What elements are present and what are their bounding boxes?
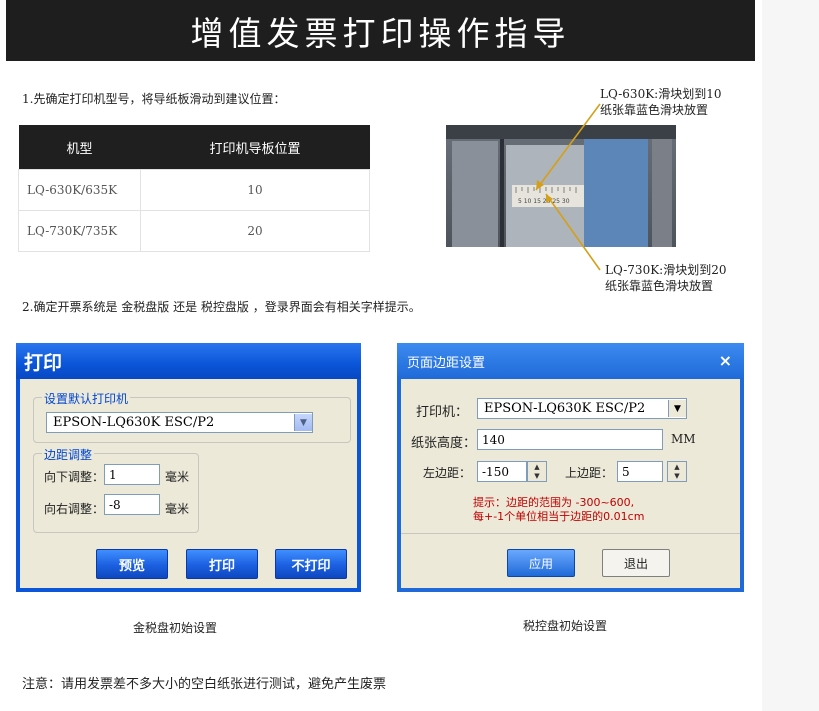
close-icon[interactable]: × [719,351,732,370]
spin-down-icon[interactable]: ▼ [668,472,686,482]
printer-label: 打印机： [416,405,469,420]
left-margin-input[interactable]: -150 [477,461,527,482]
table-cell-position: 20 [140,210,370,252]
top-margin-label: 上边距： [565,466,614,480]
printer-group-legend: 设置默认打印机 [42,390,131,407]
printer-group: 设置默认打印机 EPSON-LQ630K ESC/P2 ▼ [33,390,351,443]
no-print-button[interactable]: 不打印 [275,549,347,579]
down-adjust-unit: 毫米 [165,470,190,484]
down-adjust-label: 向下调整： [44,470,105,484]
callout-top-line2: 纸张靠蓝色滑块放置 [600,103,709,117]
margin-group: 边距调整 向下调整： 1 毫米 向右调整： -8 毫米 [33,446,199,533]
preview-button[interactable]: 预览 [96,549,168,579]
margin-group-legend: 边距调整 [42,446,95,463]
printer-select-value: EPSON-LQ630K ESC/P2 [484,401,646,416]
step-1-text: 1.先确定打印机型号，将导纸板滑动到建议位置： [22,92,286,106]
table-cell-position: 10 [140,169,370,211]
table-header-position: 打印机导板位置 [140,125,370,170]
callout-top-line1: LQ-630K:滑块划到10 [600,87,722,101]
right-adjust-input[interactable]: -8 [104,494,160,515]
apply-button[interactable]: 应用 [507,549,575,577]
printer-guide-table: 机型 打印机导板位置 LQ-630K/635K 10 LQ-730K/735K … [18,125,370,252]
callout-arrow-bottom [545,193,601,271]
print-dialog-title: 打印 [24,351,63,374]
caption-golden-tax: 金税盘初始设置 [133,621,218,635]
table-header-model: 机型 [18,125,141,170]
table-cell-model: LQ-630K/635K [18,169,141,211]
spin-down-icon[interactable]: ▼ [528,472,546,482]
chevron-down-icon[interactable]: ▼ [294,414,312,431]
spin-up-icon[interactable]: ▲ [668,462,686,472]
callout-arrow-top [535,103,601,191]
range-hint-line1: 提示：边距的范围为 -300~600, [473,496,635,509]
table-cell-model: LQ-730K/735K [18,210,141,252]
dialog-divider [401,533,740,534]
chevron-down-icon[interactable]: ▼ [668,400,686,417]
top-margin-input[interactable]: 5 [617,461,663,482]
table-row: LQ-730K/735K 20 [18,210,370,252]
callout-bottom-line1: LQ-730K:滑块划到20 [605,263,727,277]
exit-button[interactable]: 退出 [602,549,670,577]
right-adjust-unit: 毫米 [165,502,190,516]
table-header-row: 机型 打印机导板位置 [18,125,370,170]
note-text: 注意：请用发票差不多大小的空白纸张进行测试，避免产生废票 [22,677,387,692]
range-hint-line2: 每+-1个单位相当于边距的0.01cm [473,510,645,523]
print-dialog: 打印 设置默认打印机 EPSON-LQ630K ESC/P2 ▼ 边距调整 向下… [16,343,361,592]
printer-select[interactable]: EPSON-LQ630K ESC/P2 ▼ [477,398,687,419]
range-hint: 提示：边距的范围为 -300~600, 每+-1个单位相当于边距的0.01cm [473,496,644,524]
down-adjust-input[interactable]: 1 [104,464,160,485]
left-margin-spinner[interactable]: ▲ ▼ [527,461,547,482]
left-margin-label: 左边距： [423,466,472,480]
callout-top: LQ-630K:滑块划到10 纸张靠蓝色滑块放置 [600,86,721,118]
title-banner: 增值发票打印操作指导 [6,0,755,61]
right-gutter [762,0,819,711]
margin-dialog-titlebar: 页面边距设置 [397,343,744,379]
print-dialog-body: 设置默认打印机 EPSON-LQ630K ESC/P2 ▼ 边距调整 向下调整：… [20,379,357,588]
paper-height-input[interactable]: 140 [477,429,663,450]
default-printer-value: EPSON-LQ630K ESC/P2 [53,415,215,430]
margin-dialog-body: 打印机： EPSON-LQ630K ESC/P2 ▼ 纸张高度： 140 MM … [401,379,740,588]
banner-title: 增值发票打印操作指导 [190,13,571,53]
print-dialog-titlebar: 打印 [16,343,361,379]
table-row: LQ-630K/635K 10 [18,169,370,211]
spin-up-icon[interactable]: ▲ [528,462,546,472]
margin-dialog-title: 页面边距设置 [407,355,486,371]
default-printer-select[interactable]: EPSON-LQ630K ESC/P2 ▼ [46,412,313,433]
step-2-text: 2.确定开票系统是 金税盘版 还是 税控盘版 ，登录界面会有相关字样提示。 [22,300,421,314]
margin-settings-dialog: 页面边距设置 × 打印机： EPSON-LQ630K ESC/P2 ▼ 纸张高度… [397,343,744,592]
callout-arrows [535,103,601,271]
right-adjust-label: 向右调整： [44,502,105,516]
caption-tax-control: 税控盘初始设置 [523,619,608,633]
callout-bottom-line2: 纸张靠蓝色滑块放置 [605,279,714,293]
top-margin-spinner[interactable]: ▲ ▼ [667,461,687,482]
print-button[interactable]: 打印 [186,549,258,579]
paper-height-unit: MM [671,432,696,446]
paper-height-label: 纸张高度： [411,436,477,451]
callout-bottom: LQ-730K:滑块划到20 纸张靠蓝色滑块放置 [605,262,726,294]
